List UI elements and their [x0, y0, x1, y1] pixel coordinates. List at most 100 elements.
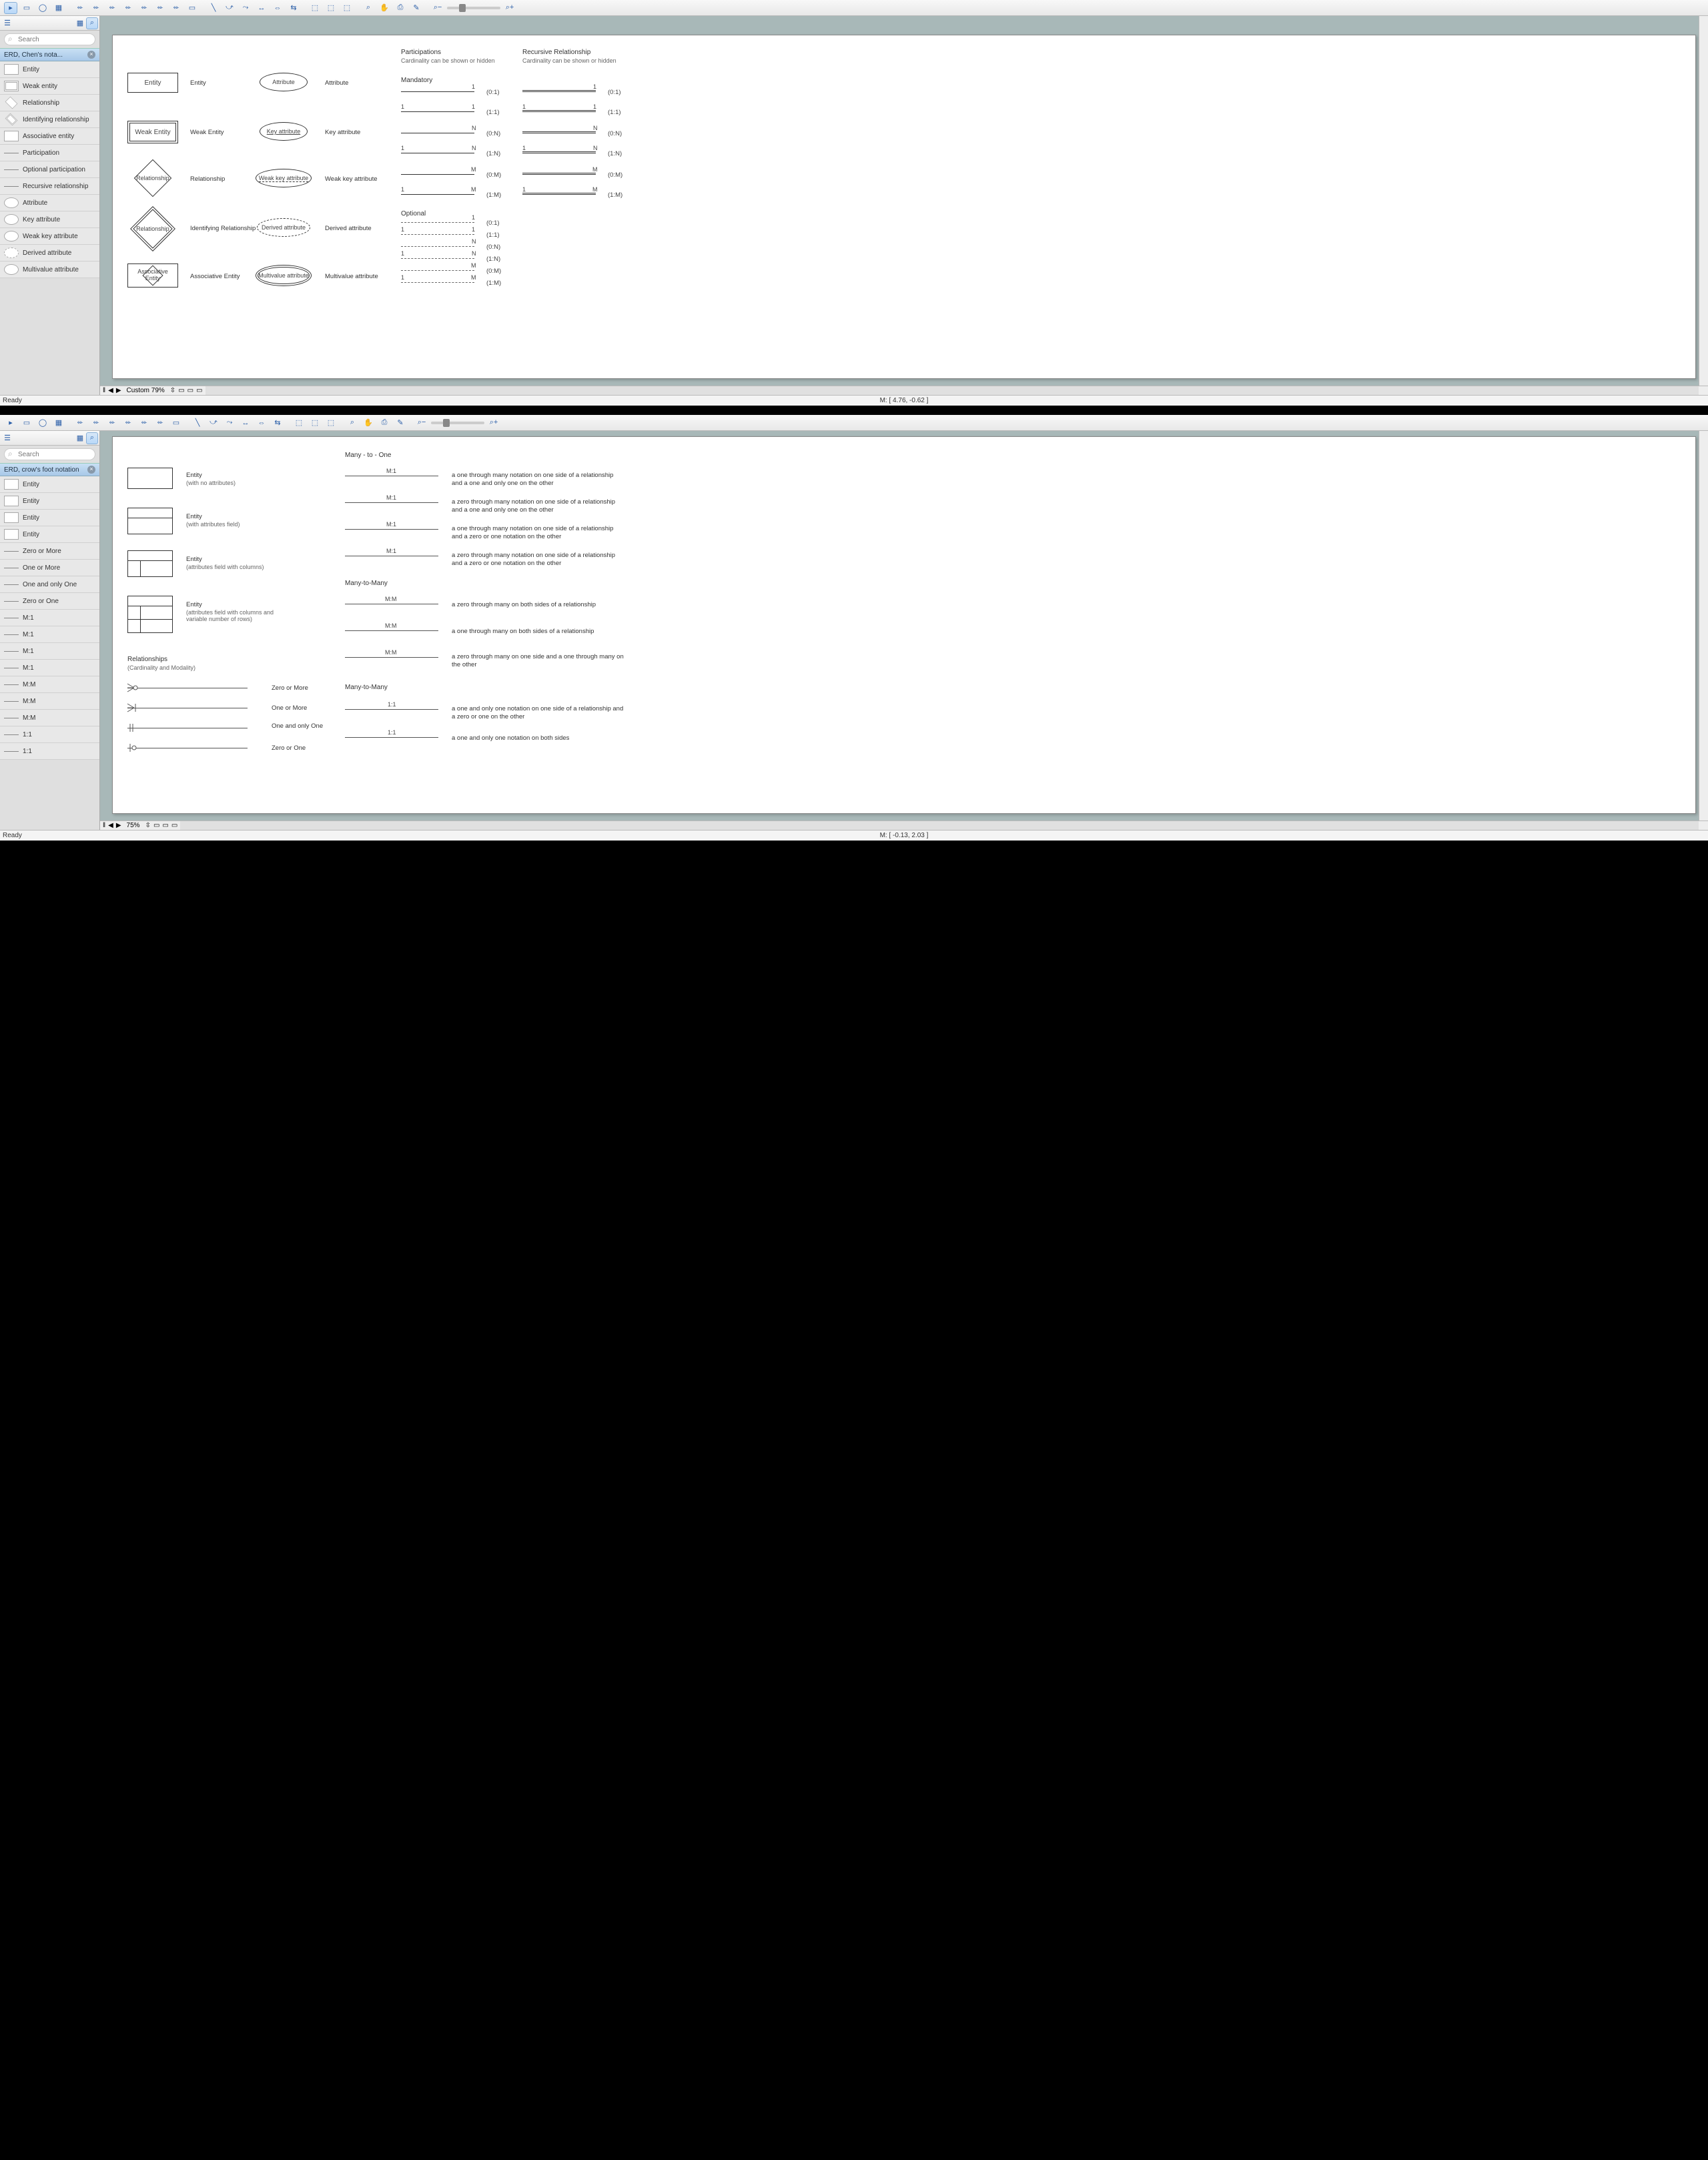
- page-nav-next[interactable]: ▶: [116, 822, 121, 829]
- search-toggle-icon[interactable]: ⌕: [86, 17, 98, 29]
- multivalue-attribute-shape[interactable]: Multivalue attribute: [256, 265, 312, 286]
- library-tree-icon[interactable]: ☰: [1, 433, 13, 444]
- pointer-tool-button[interactable]: ▸: [4, 417, 17, 429]
- entity-shape[interactable]: Entity: [127, 73, 178, 93]
- sidebar-item-zero-more[interactable]: Zero or More: [0, 543, 99, 560]
- conn-3[interactable]: ⤳: [223, 417, 236, 429]
- view-mode-1[interactable]: ▭: [153, 822, 159, 829]
- sidebar-item-zero-one[interactable]: Zero or One: [0, 593, 99, 610]
- view-mode-1[interactable]: ▭: [178, 387, 184, 394]
- zoom-out-button[interactable]: ⌕−: [431, 2, 444, 14]
- rec-line-0n[interactable]: [522, 131, 596, 133]
- conn-2[interactable]: ⤻: [223, 2, 236, 14]
- derived-attribute-shape[interactable]: Derived attribute: [257, 218, 310, 237]
- horizontal-scrollbar-2[interactable]: [180, 821, 1699, 831]
- search-input[interactable]: [4, 448, 95, 460]
- page-nav-first[interactable]: ‖: [103, 387, 105, 394]
- print-button[interactable]: ⎙: [394, 2, 407, 14]
- relationship-shape[interactable]: Relationship: [139, 165, 166, 191]
- erd-doc-button[interactable]: ▭: [185, 2, 199, 14]
- zoom-stepper[interactable]: ⇳: [170, 387, 175, 394]
- mand-line-11[interactable]: [401, 111, 474, 112]
- page-nav-next[interactable]: ▶: [116, 387, 121, 394]
- rec-line-01[interactable]: [522, 90, 596, 92]
- conn-1[interactable]: ╲: [191, 417, 204, 429]
- erd-tool-2[interactable]: ⬰: [89, 2, 103, 14]
- erd-tool-5[interactable]: ⬰: [137, 417, 151, 429]
- pan-button[interactable]: ✋: [362, 417, 375, 429]
- sidebar-item-derived-attribute[interactable]: Derived attribute: [0, 245, 99, 261]
- associative-entity-shape[interactable]: Associative Entity: [127, 263, 178, 288]
- sidebar-item-associative-entity[interactable]: Associative entity: [0, 128, 99, 145]
- mand-line-0m[interactable]: [401, 174, 474, 175]
- mand-line-01[interactable]: [401, 91, 474, 92]
- arrange-3[interactable]: ⬚: [324, 417, 338, 429]
- eyedropper-button[interactable]: ✎: [410, 2, 423, 14]
- sidebar-item-multivalue-attribute[interactable]: Multivalue attribute: [0, 261, 99, 278]
- arrange-2[interactable]: ⬚: [308, 417, 322, 429]
- table-tool-button[interactable]: ▦: [52, 417, 65, 429]
- canvas-viewport[interactable]: Entity Entity Weak Entity Weak Entity Re…: [100, 16, 1708, 386]
- eyedropper-button[interactable]: ✎: [394, 417, 407, 429]
- drawing-page-2[interactable]: Entity (with no attributes) Entity (with…: [112, 436, 1696, 814]
- entity-box-4[interactable]: [127, 596, 173, 633]
- sidebar-item-m1-3[interactable]: M:1: [0, 643, 99, 660]
- sidebar-item-m1-4[interactable]: M:1: [0, 660, 99, 676]
- erd-tool-3[interactable]: ⬰: [105, 2, 119, 14]
- zoom-fit-button[interactable]: ⌕: [346, 417, 359, 429]
- opt-line-1m[interactable]: [401, 282, 474, 283]
- sidebar-item-entity-4[interactable]: Entity: [0, 526, 99, 543]
- pan-button[interactable]: ✋: [378, 2, 391, 14]
- erd-tool-4[interactable]: ⬰: [121, 2, 135, 14]
- sidebar-item-one-only[interactable]: One and only One: [0, 576, 99, 593]
- entity-box-2[interactable]: [127, 508, 173, 534]
- vertical-scrollbar-2[interactable]: [1699, 431, 1708, 821]
- rect-tool-button[interactable]: ▭: [20, 2, 33, 14]
- rect-tool-button[interactable]: ▭: [20, 417, 33, 429]
- conn-4[interactable]: ↔: [255, 2, 268, 14]
- table-tool-button[interactable]: ▦: [52, 2, 65, 14]
- conn-3[interactable]: ⤳: [239, 2, 252, 14]
- conn-5[interactable]: ⇔: [271, 2, 284, 14]
- sidebar-item-optional-participation[interactable]: Optional participation: [0, 161, 99, 178]
- mand-line-1m[interactable]: [401, 194, 474, 195]
- zoom-in-button[interactable]: ⌕+: [487, 417, 500, 429]
- drawing-page[interactable]: Entity Entity Weak Entity Weak Entity Re…: [112, 35, 1696, 379]
- mm-line-3[interactable]: [345, 657, 438, 658]
- zoom-slider[interactable]: [447, 7, 500, 9]
- sidebar-item-mm-2[interactable]: M:M: [0, 693, 99, 710]
- zoom-stepper[interactable]: ⇳: [145, 822, 151, 829]
- zoom-in-button[interactable]: ⌕+: [503, 2, 516, 14]
- attribute-shape[interactable]: Attribute: [260, 73, 308, 91]
- sidebar-item-weak-entity[interactable]: Weak entity: [0, 78, 99, 95]
- rec-line-1m[interactable]: [522, 193, 596, 195]
- view-mode-2[interactable]: ▭: [187, 387, 193, 394]
- zoom-label[interactable]: Custom 79%: [124, 387, 167, 394]
- erd-tool-6[interactable]: ⬰: [153, 2, 167, 14]
- page-nav-first[interactable]: ‖: [103, 822, 105, 829]
- zoom-fit-button[interactable]: ⌕: [362, 2, 375, 14]
- search-input[interactable]: [4, 33, 95, 45]
- view-mode-3[interactable]: ▭: [171, 822, 177, 829]
- opt-line-0n[interactable]: [401, 246, 474, 247]
- sidebar-item-entity-1[interactable]: Entity: [0, 476, 99, 493]
- pointer-tool-button[interactable]: ▸: [4, 2, 17, 14]
- search-toggle-icon[interactable]: ⌕: [86, 432, 98, 444]
- rec-line-0m[interactable]: [522, 173, 596, 175]
- erd-tool-1[interactable]: ⬰: [73, 417, 87, 429]
- ellipse-tool-button[interactable]: ◯: [36, 2, 49, 14]
- m1-line-2[interactable]: [345, 502, 438, 503]
- conn-4[interactable]: ↔: [239, 417, 252, 429]
- page-nav-prev[interactable]: ◀: [108, 822, 113, 829]
- sidebar-item-m1-1[interactable]: M:1: [0, 610, 99, 626]
- library-header-chen[interactable]: ERD, Chen's nota... ×: [0, 48, 99, 61]
- erd-tool-4[interactable]: ⬰: [121, 417, 135, 429]
- entity-box-3[interactable]: [127, 550, 173, 577]
- erd-tool-1[interactable]: ⬰: [73, 2, 87, 14]
- close-library-icon[interactable]: ×: [87, 51, 95, 59]
- close-library-icon[interactable]: ×: [87, 466, 95, 474]
- sidebar-item-mm-3[interactable]: M:M: [0, 710, 99, 726]
- sidebar-item-weak-key-attribute[interactable]: Weak key attribute: [0, 228, 99, 245]
- weak-entity-shape[interactable]: Weak Entity: [127, 121, 178, 143]
- sidebar-item-entity-3[interactable]: Entity: [0, 510, 99, 526]
